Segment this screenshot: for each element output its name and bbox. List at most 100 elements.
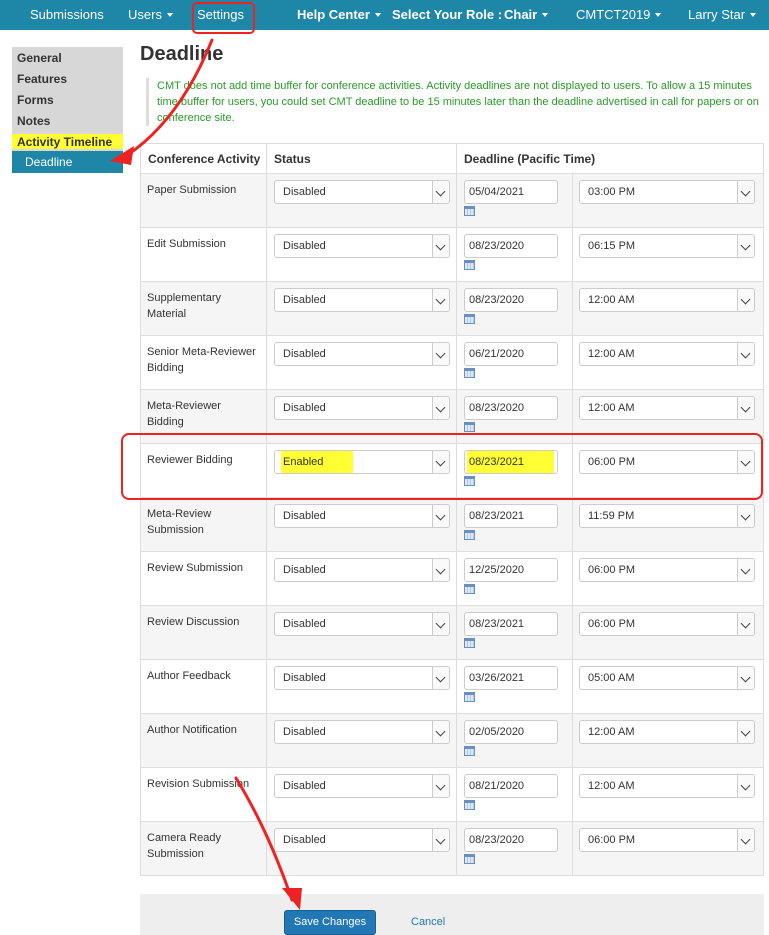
deadline-time-select[interactable]: 12:00 AM: [579, 288, 755, 312]
time-cell: 05:00 AM: [572, 659, 764, 714]
activity-name: Meta-Review Submission: [140, 497, 267, 552]
calendar-icon[interactable]: [464, 800, 475, 810]
status-select[interactable]: Disabled: [274, 720, 450, 744]
status-select[interactable]: Disabled: [274, 612, 450, 636]
nav-conference-label: CMTCT2019: [576, 7, 651, 22]
settings-sidebar: General Features Forms Notes Activity Ti…: [12, 47, 123, 173]
deadline-time-select[interactable]: 12:00 AM: [579, 342, 755, 366]
time-value: 12:00 AM: [588, 780, 635, 792]
status-select[interactable]: Disabled: [274, 504, 450, 528]
deadline-date-input[interactable]: 08/23/2020: [464, 288, 558, 312]
sidebar-item-features[interactable]: Features: [17, 72, 67, 86]
calendar-icon[interactable]: [464, 854, 475, 864]
calendar-icon[interactable]: [464, 206, 475, 216]
status-select[interactable]: Disabled: [274, 396, 450, 420]
nav-help-center[interactable]: Help Center: [297, 0, 381, 30]
activity-name: Review Submission: [140, 551, 267, 606]
date-value: 08/23/2020: [469, 294, 525, 306]
deadline-date-input[interactable]: 06/21/2020: [464, 342, 558, 366]
deadline-date-input[interactable]: 05/04/2021: [464, 180, 558, 204]
deadline-date-input[interactable]: 08/21/2020: [464, 774, 558, 798]
deadline-time-select[interactable]: 12:00 AM: [579, 720, 755, 744]
chevron-down-icon: [737, 613, 754, 635]
nav-conference-dropdown[interactable]: CMTCT2019: [576, 0, 662, 30]
sidebar-item-notes[interactable]: Notes: [17, 114, 50, 128]
deadline-date-input[interactable]: 12/25/2020: [464, 558, 558, 582]
nav-role-dropdown[interactable]: Chair: [504, 0, 549, 30]
activity-name: Review Discussion: [140, 605, 267, 660]
sidebar-item-activity-timeline[interactable]: Activity Timeline: [17, 135, 112, 149]
status-select[interactable]: Disabled: [274, 774, 450, 798]
select-role-label: Select Your Role :: [392, 7, 503, 22]
calendar-icon[interactable]: [464, 584, 475, 594]
nav-user-menu[interactable]: Larry Star: [688, 0, 757, 30]
time-value: 11:59 PM: [588, 510, 635, 522]
date-cell: 08/23/2021: [456, 605, 573, 660]
chevron-down-icon: [432, 721, 449, 743]
calendar-icon[interactable]: [464, 638, 475, 648]
deadline-date-input[interactable]: 08/23/2021: [464, 504, 558, 528]
deadline-date-input[interactable]: 02/05/2020: [464, 720, 558, 744]
status-value: Disabled: [283, 240, 326, 252]
deadline-time-select[interactable]: 05:00 AM: [579, 666, 755, 690]
sidebar-item-forms[interactable]: Forms: [17, 93, 54, 107]
calendar-icon[interactable]: [464, 260, 475, 270]
status-select[interactable]: Disabled: [274, 558, 450, 582]
deadline-date-input[interactable]: 08/23/2020: [464, 828, 558, 852]
chevron-down-icon: [432, 343, 449, 365]
header-deadline: Deadline (Pacific Time): [456, 143, 764, 174]
deadline-date-input[interactable]: 08/23/2020: [464, 234, 558, 258]
chevron-down-icon: [737, 343, 754, 365]
chevron-down-icon: [432, 289, 449, 311]
calendar-icon[interactable]: [464, 692, 475, 702]
deadline-date-input[interactable]: 03/26/2021: [464, 666, 558, 690]
date-cell: 03/26/2021: [456, 659, 573, 714]
calendar-icon[interactable]: [464, 368, 475, 378]
header-conference-activity: Conference Activity: [140, 143, 267, 174]
time-value: 06:15 PM: [588, 240, 636, 252]
time-value: 06:00 PM: [588, 834, 636, 846]
deadline-time-select[interactable]: 12:00 AM: [579, 774, 755, 798]
status-select[interactable]: Disabled: [274, 288, 450, 312]
deadline-date-input[interactable]: 08/23/2021: [464, 612, 558, 636]
date-cell: 08/23/2021: [456, 497, 573, 552]
calendar-icon[interactable]: [464, 746, 475, 756]
status-select[interactable]: Disabled: [274, 666, 450, 690]
status-cell: Disabled: [266, 767, 457, 822]
calendar-icon[interactable]: [464, 422, 475, 432]
calendar-icon[interactable]: [464, 530, 475, 540]
time-value: 06:00 PM: [588, 564, 636, 576]
sidebar-item-general[interactable]: General: [17, 51, 62, 65]
deadline-time-select[interactable]: 12:00 AM: [579, 396, 755, 420]
status-select[interactable]: Disabled: [274, 342, 450, 366]
activity-name: Author Feedback: [140, 659, 267, 714]
deadline-time-select[interactable]: 06:15 PM: [579, 234, 755, 258]
chevron-down-icon: [432, 829, 449, 851]
deadline-time-select[interactable]: 03:00 PM: [579, 180, 755, 204]
activity-name: Revision Submission: [140, 767, 267, 822]
activity-name: Supplementary Material: [140, 281, 267, 336]
deadline-time-select[interactable]: 11:59 PM: [579, 504, 755, 528]
date-value: 08/23/2020: [469, 240, 525, 252]
time-value: 06:00 PM: [588, 618, 636, 630]
save-changes-button[interactable]: Save Changes: [284, 910, 376, 935]
deadline-time-select[interactable]: 06:00 PM: [579, 558, 755, 582]
status-select[interactable]: Disabled: [274, 180, 450, 204]
chevron-down-icon: [737, 559, 754, 581]
table-row: Author Notification Disabled 02/05/2020 12:…: [140, 713, 764, 768]
nav-submissions[interactable]: Submissions: [30, 0, 104, 30]
status-select[interactable]: Disabled: [274, 234, 450, 258]
calendar-icon[interactable]: [464, 314, 475, 324]
status-select[interactable]: Disabled: [274, 828, 450, 852]
chevron-down-icon: [737, 505, 754, 527]
date-cell: 12/25/2020: [456, 551, 573, 606]
nav-users[interactable]: Users: [128, 0, 173, 30]
deadline-time-select[interactable]: 06:00 PM: [579, 828, 755, 852]
deadline-date-input[interactable]: 08/23/2020: [464, 396, 558, 420]
status-value: Disabled: [283, 294, 326, 306]
deadline-time-select[interactable]: 06:00 PM: [579, 612, 755, 636]
cancel-link[interactable]: Cancel: [411, 916, 445, 928]
sidebar-item-deadline[interactable]: Deadline: [12, 151, 123, 173]
status-value: Disabled: [283, 510, 326, 522]
nav-users-label: Users: [128, 7, 162, 22]
